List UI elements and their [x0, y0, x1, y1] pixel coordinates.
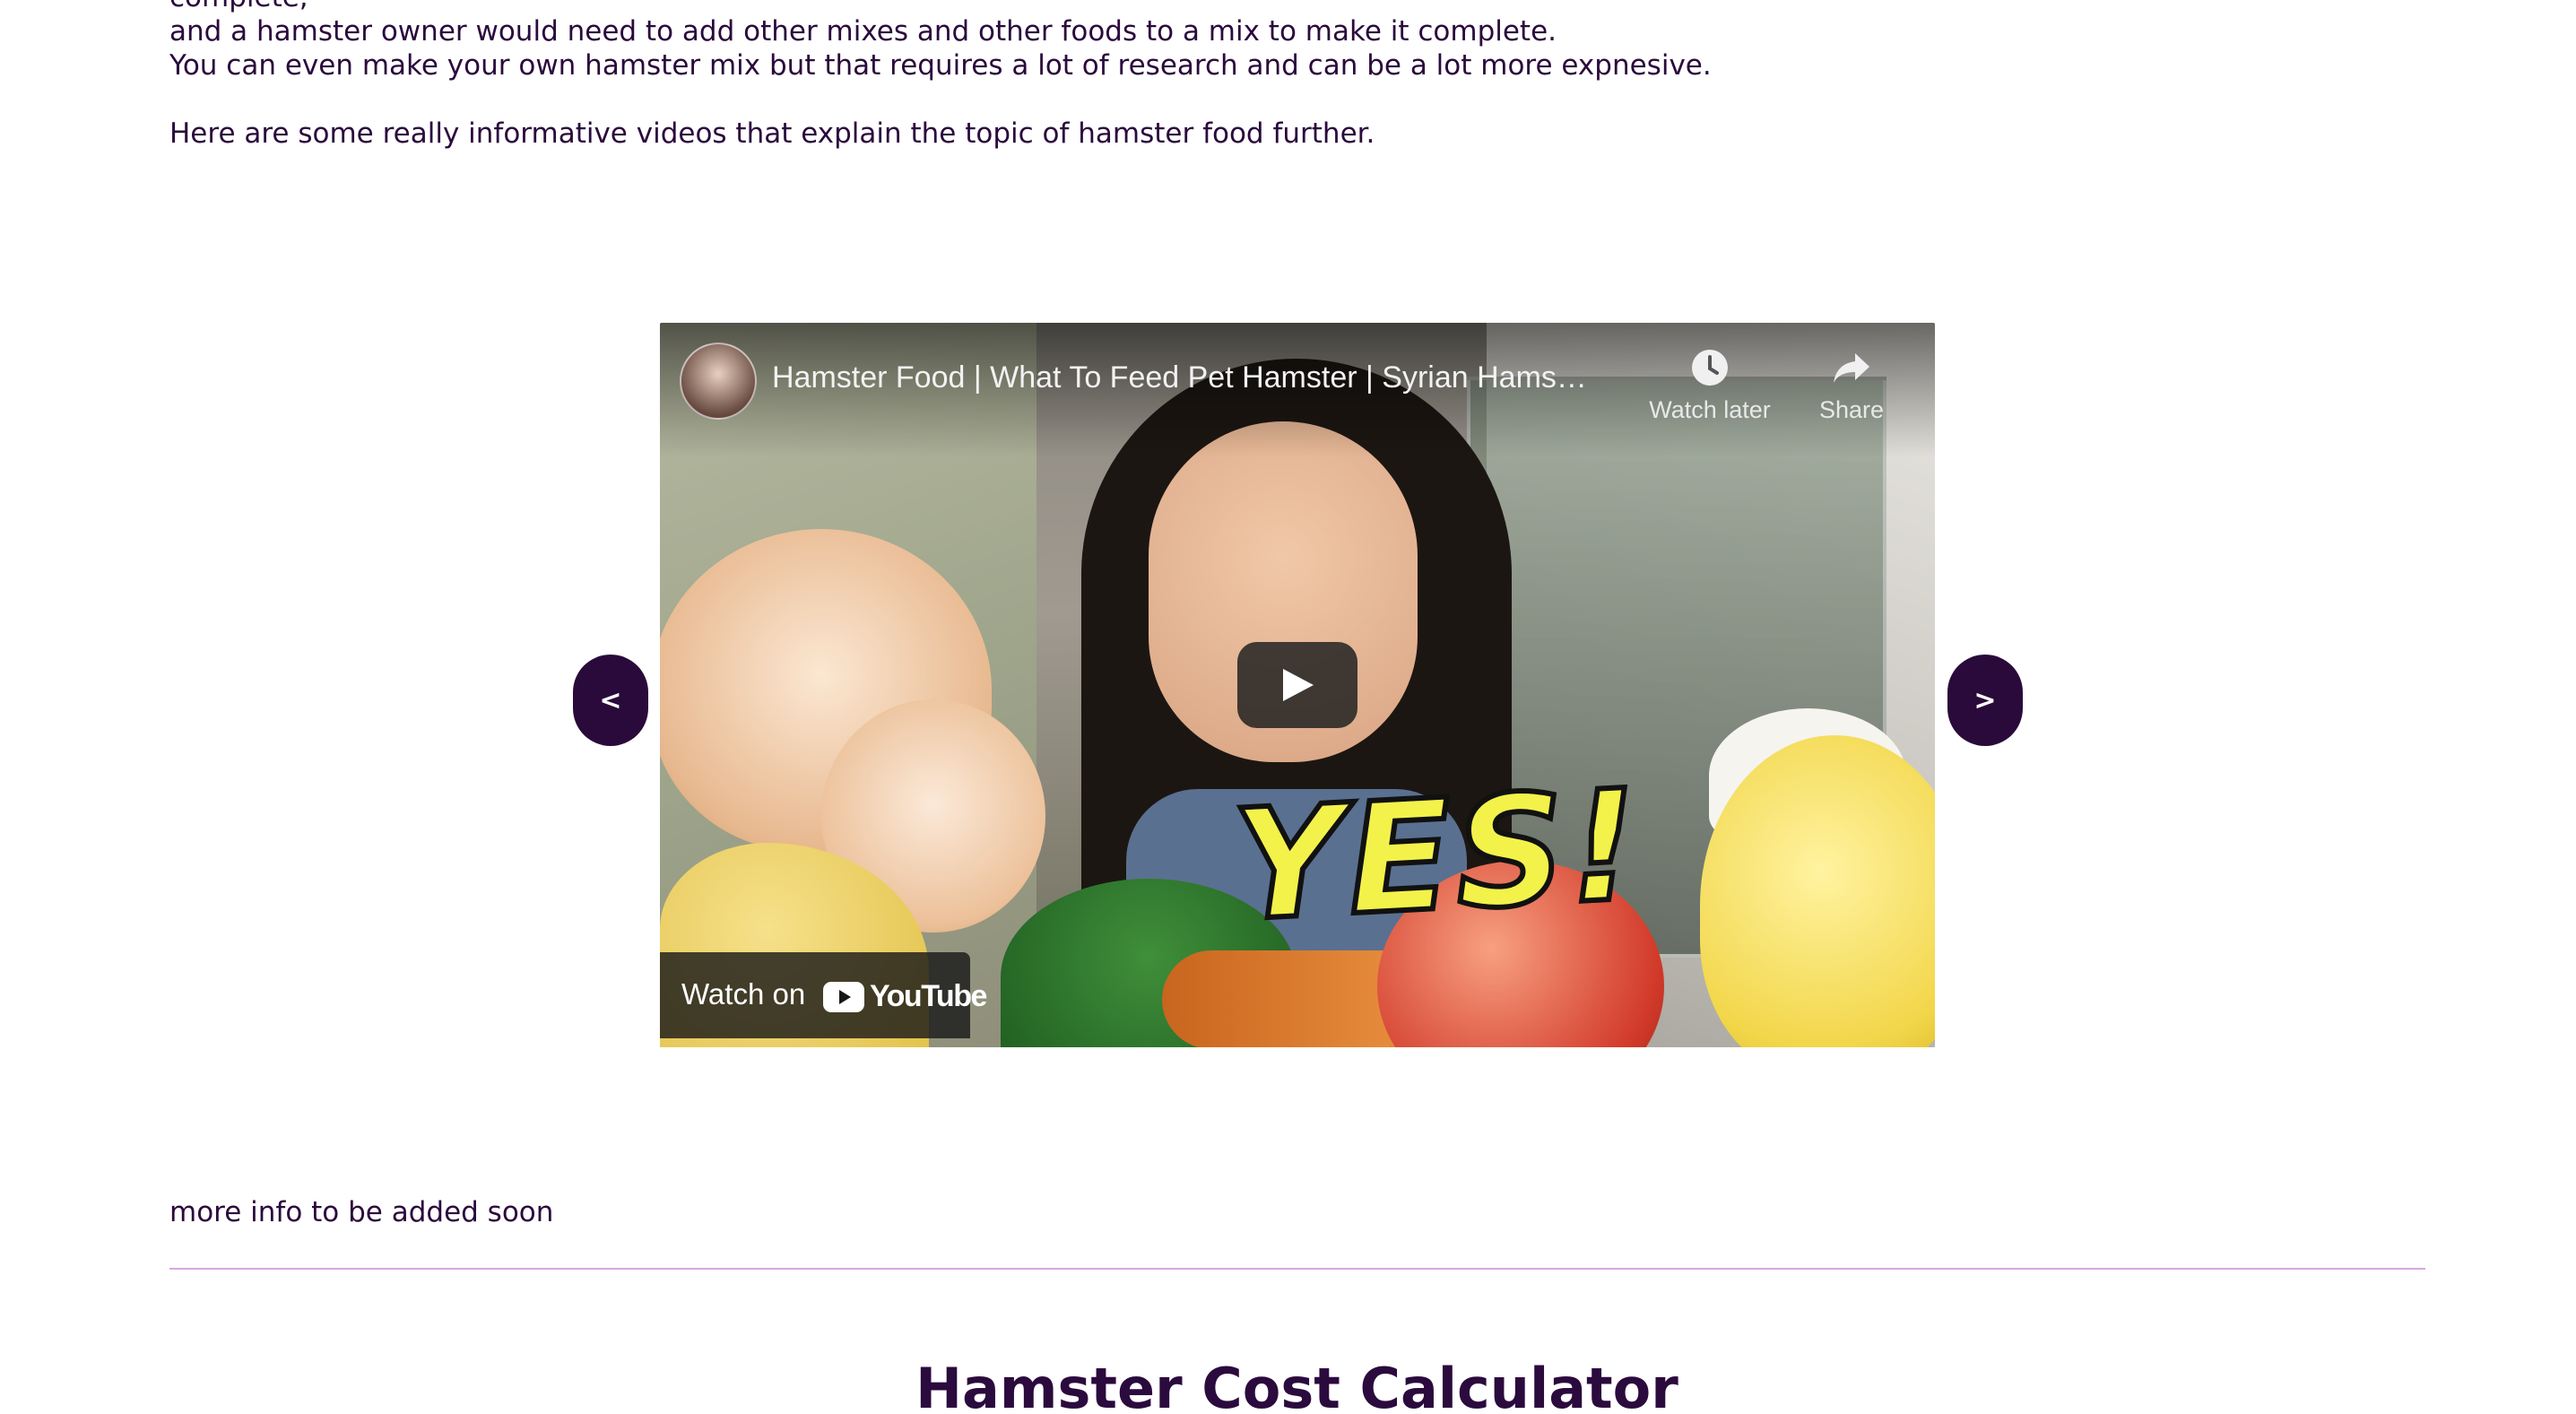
calculator-heading: Hamster Cost Calculator	[915, 1356, 1678, 1414]
video-title[interactable]: Hamster Food | What To Feed Pet Hamster …	[772, 360, 1633, 395]
share-button[interactable]: Share	[1784, 341, 1919, 424]
carousel-next-button[interactable]: >	[1947, 655, 2023, 746]
youtube-logo-text: YouTube	[870, 979, 987, 1013]
section-divider	[169, 1268, 2425, 1270]
share-label: Share	[1818, 396, 1885, 423]
article-line: and a hamster owner would need to add ot…	[169, 15, 1557, 48]
thumbnail-overlay-text: YES!	[1227, 754, 1649, 959]
article-text: complete, and a hamster owner would need…	[169, 0, 2411, 151]
carousel-prev-button[interactable]: <	[573, 655, 648, 746]
watch-later-button[interactable]: Watch later	[1643, 341, 1777, 424]
watch-on-label: Watch on	[681, 977, 806, 1011]
page: complete, and a hamster owner would need…	[0, 0, 2576, 1414]
clock-icon	[1643, 341, 1777, 395]
more-info-text: more info to be added soon	[169, 1196, 554, 1228]
play-icon	[1283, 669, 1314, 701]
channel-avatar[interactable]	[680, 343, 757, 420]
youtube-embed[interactable]: YES! Hamster Food | What To Feed Pet Ham…	[660, 323, 1935, 1047]
share-arrow-icon	[1784, 341, 1919, 395]
article-line-partial: complete,	[169, 0, 2411, 14]
youtube-logo-icon: YouTube	[823, 979, 987, 1014]
watch-later-label: Watch later	[1649, 396, 1771, 423]
watch-on-youtube-button[interactable]: Watch on YouTube	[660, 952, 987, 1038]
article-line: You can even make your own hamster mix b…	[169, 49, 1712, 82]
videos-intro: Here are some really informative videos …	[169, 117, 1375, 150]
play-button[interactable]	[1237, 642, 1357, 728]
